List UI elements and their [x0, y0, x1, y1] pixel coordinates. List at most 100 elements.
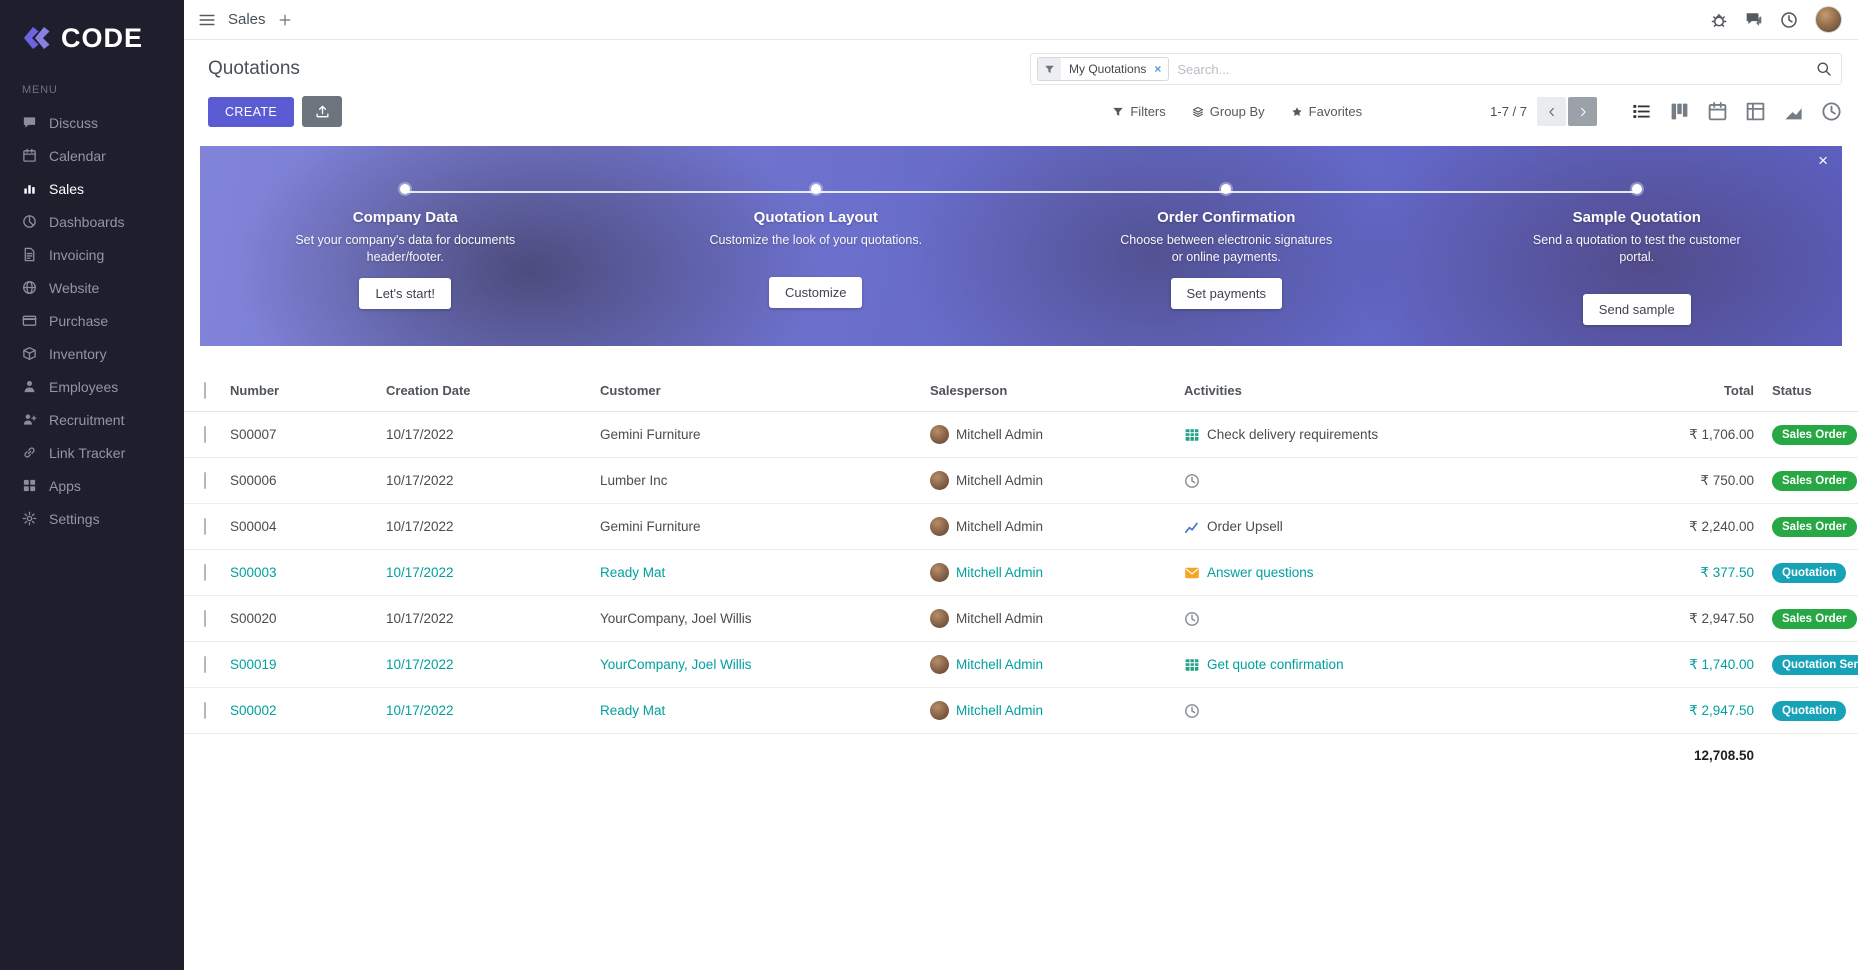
row-checkbox[interactable] [204, 472, 206, 489]
salesperson-avatar [930, 471, 949, 490]
recruitment-icon [22, 412, 37, 427]
search-input[interactable] [1177, 62, 1808, 77]
table-row[interactable]: S00007 10/17/2022 Gemini Furniture Mitch… [184, 412, 1858, 458]
topbar-app-name[interactable]: Sales [228, 11, 266, 28]
sidebar-item-discuss[interactable]: Discuss [0, 106, 184, 139]
app-logo[interactable]: CODE [0, 0, 184, 76]
sidebar-item-sales[interactable]: Sales [0, 172, 184, 205]
search-icon[interactable] [1816, 61, 1832, 77]
view-list-icon[interactable] [1631, 101, 1652, 122]
table-row[interactable]: S00002 10/17/2022 Ready Mat Mitchell Adm… [184, 688, 1858, 734]
row-salesperson[interactable]: Mitchell Admin [930, 425, 1184, 444]
row-activity[interactable]: Check delivery requirements [1184, 427, 1654, 443]
bug-icon[interactable] [1710, 11, 1728, 29]
topbar-right [1710, 6, 1842, 33]
sidebar-item-link-tracker[interactable]: Link Tracker [0, 436, 184, 469]
sidebar-item-settings[interactable]: Settings [0, 502, 184, 535]
footer-total: 12,708.50 [1654, 748, 1754, 763]
column-header-activities[interactable]: Activities [1184, 383, 1654, 398]
sidebar-item-inventory[interactable]: Inventory [0, 337, 184, 370]
select-all-checkbox[interactable] [204, 382, 206, 399]
table-row[interactable]: S00006 10/17/2022 Lumber Inc Mitchell Ad… [184, 458, 1858, 504]
activities-clock-icon[interactable] [1780, 11, 1798, 29]
view-pivot-icon[interactable] [1745, 101, 1766, 122]
groupby-button[interactable]: Group By [1192, 104, 1265, 119]
search-facet: My Quotations × [1037, 57, 1169, 81]
step-button-3[interactable]: Set payments [1171, 278, 1283, 309]
sidebar-item-dashboards[interactable]: Dashboards [0, 205, 184, 238]
spreadsheet-icon [1184, 657, 1200, 673]
view-kanban-icon[interactable] [1669, 101, 1690, 122]
row-salesperson[interactable]: Mitchell Admin [930, 563, 1184, 582]
status-badge: Quotation Sent [1772, 655, 1858, 675]
export-button[interactable] [302, 96, 342, 127]
sidebar-item-employees[interactable]: Employees [0, 370, 184, 403]
step-button-2[interactable]: Customize [769, 277, 862, 308]
row-checkbox[interactable] [204, 518, 206, 535]
employees-icon [22, 379, 37, 394]
filters-button[interactable]: Filters [1112, 104, 1165, 119]
column-header-creation-date[interactable]: Creation Date [386, 383, 600, 398]
status-badge: Sales Order [1772, 471, 1857, 491]
plus-icon[interactable] [278, 13, 292, 27]
view-activity-icon[interactable] [1821, 101, 1842, 122]
filters-label: Filters [1130, 104, 1165, 119]
salesperson-avatar [930, 655, 949, 674]
row-checkbox[interactable] [204, 702, 206, 719]
row-checkbox[interactable] [204, 564, 206, 581]
row-salesperson[interactable]: Mitchell Admin [930, 517, 1184, 536]
favorites-button[interactable]: Favorites [1291, 104, 1362, 119]
row-activity[interactable]: Order Upsell [1184, 519, 1654, 535]
salesperson-avatar [930, 563, 949, 582]
view-graph-icon[interactable] [1783, 101, 1804, 122]
column-header-total[interactable]: Total [1654, 383, 1754, 398]
sidebar-item-website[interactable]: Website [0, 271, 184, 304]
row-salesperson[interactable]: Mitchell Admin [930, 655, 1184, 674]
menu-section-label: MENU [0, 76, 184, 106]
row-salesperson[interactable]: Mitchell Admin [930, 701, 1184, 720]
sidebar-item-calendar[interactable]: Calendar [0, 139, 184, 172]
row-checkbox[interactable] [204, 656, 206, 673]
row-checkbox[interactable] [204, 426, 206, 443]
step-button-4[interactable]: Send sample [1583, 294, 1691, 325]
row-activity[interactable] [1184, 611, 1654, 627]
row-salesperson[interactable]: Mitchell Admin [930, 471, 1184, 490]
sidebar-item-recruitment[interactable]: Recruitment [0, 403, 184, 436]
table-row[interactable]: S00003 10/17/2022 Ready Mat Mitchell Adm… [184, 550, 1858, 596]
column-header-number[interactable]: Number [230, 383, 386, 398]
create-button[interactable]: CREATE [208, 97, 294, 127]
hamburger-menu-icon[interactable] [198, 11, 216, 29]
website-icon [22, 280, 37, 295]
table-row[interactable]: S00019 10/17/2022 YourCompany, Joel Will… [184, 642, 1858, 688]
view-calendar-icon[interactable] [1707, 101, 1728, 122]
row-total: ₹ 377.50 [1654, 565, 1754, 581]
column-header-status[interactable]: Status [1754, 383, 1858, 398]
row-activity[interactable] [1184, 703, 1654, 719]
filters-funnel-icon [1112, 106, 1124, 118]
row-creation-date: 10/17/2022 [386, 611, 600, 626]
column-header-salesperson[interactable]: Salesperson [930, 383, 1184, 398]
table-row[interactable]: S00020 10/17/2022 YourCompany, Joel Will… [184, 596, 1858, 642]
pager-previous-button[interactable] [1537, 97, 1566, 126]
table-row[interactable]: S00004 10/17/2022 Gemini Furniture Mitch… [184, 504, 1858, 550]
link-icon [22, 445, 37, 460]
row-activity[interactable]: Get quote confirmation [1184, 657, 1654, 673]
sidebar-item-invoicing[interactable]: Invoicing [0, 238, 184, 271]
facet-remove-icon[interactable]: × [1154, 62, 1168, 76]
row-activity[interactable]: Answer questions [1184, 565, 1654, 581]
pager-next-button[interactable] [1568, 97, 1597, 126]
messages-icon[interactable] [1745, 11, 1763, 29]
row-total: ₹ 1,706.00 [1654, 427, 1754, 443]
user-avatar[interactable] [1815, 6, 1842, 33]
sidebar-item-purchase[interactable]: Purchase [0, 304, 184, 337]
row-salesperson[interactable]: Mitchell Admin [930, 609, 1184, 628]
sidebar-item-apps[interactable]: Apps [0, 469, 184, 502]
row-activity[interactable] [1184, 473, 1654, 489]
clock-icon [1184, 703, 1200, 719]
logo-text: CODE [61, 23, 143, 54]
column-header-customer[interactable]: Customer [600, 383, 930, 398]
search-bar[interactable]: My Quotations × [1030, 53, 1842, 85]
row-checkbox[interactable] [204, 610, 206, 627]
banner-close-icon[interactable]: × [1818, 152, 1828, 169]
step-button-1[interactable]: Let's start! [359, 278, 451, 309]
